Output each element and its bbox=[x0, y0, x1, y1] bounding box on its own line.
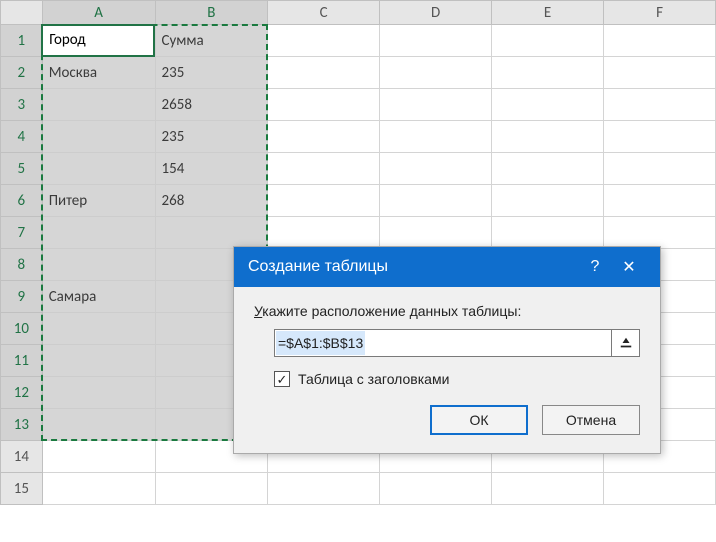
cell-C5[interactable] bbox=[268, 153, 380, 185]
cell-F1[interactable] bbox=[604, 25, 716, 57]
cell-E5[interactable] bbox=[492, 153, 604, 185]
col-header-E[interactable]: E bbox=[492, 1, 604, 25]
cell-B3[interactable]: 2658 bbox=[155, 89, 268, 121]
col-header-A[interactable]: A bbox=[42, 1, 155, 25]
dialog-titlebar[interactable]: Создание таблицы ? ✕ bbox=[234, 247, 660, 287]
cell-C3[interactable] bbox=[268, 89, 380, 121]
row-header-12[interactable]: 12 bbox=[1, 377, 43, 409]
cell-A15[interactable] bbox=[42, 473, 155, 505]
cell-B7[interactable] bbox=[155, 217, 268, 249]
collapse-dialog-button[interactable] bbox=[612, 329, 640, 357]
row-header-15[interactable]: 15 bbox=[1, 473, 43, 505]
cell-D1[interactable] bbox=[380, 25, 492, 57]
cell-A14[interactable] bbox=[42, 441, 155, 473]
cell-D4[interactable] bbox=[380, 121, 492, 153]
cell-A8[interactable] bbox=[42, 249, 155, 281]
cell-F2[interactable] bbox=[604, 57, 716, 89]
row-header-3[interactable]: 3 bbox=[1, 89, 43, 121]
cell-A1[interactable]: Город bbox=[42, 25, 155, 57]
dialog-title: Создание таблицы bbox=[248, 258, 578, 276]
cell-A13[interactable] bbox=[42, 409, 155, 441]
cell-F5[interactable] bbox=[604, 153, 716, 185]
col-header-D[interactable]: D bbox=[380, 1, 492, 25]
cell-A3[interactable] bbox=[42, 89, 155, 121]
cell-A12[interactable] bbox=[42, 377, 155, 409]
cell-D6[interactable] bbox=[380, 185, 492, 217]
row-header-1[interactable]: 1 bbox=[1, 25, 43, 57]
cell-A11[interactable] bbox=[42, 345, 155, 377]
close-button[interactable]: ✕ bbox=[612, 257, 646, 277]
cell-D2[interactable] bbox=[380, 57, 492, 89]
range-input[interactable]: =$A$1:$B$13 bbox=[274, 329, 612, 357]
headers-checkbox[interactable]: ✓ bbox=[274, 371, 290, 387]
cell-C2[interactable] bbox=[268, 57, 380, 89]
cell-A2[interactable]: Москва bbox=[42, 57, 155, 89]
cell-A6[interactable]: Питер bbox=[42, 185, 155, 217]
cell-F4[interactable] bbox=[604, 121, 716, 153]
cell-E7[interactable] bbox=[492, 217, 604, 249]
row-header-5[interactable]: 5 bbox=[1, 153, 43, 185]
cell-B2[interactable]: 235 bbox=[155, 57, 268, 89]
cell-F6[interactable] bbox=[604, 185, 716, 217]
cell-D7[interactable] bbox=[380, 217, 492, 249]
row-header-11[interactable]: 11 bbox=[1, 345, 43, 377]
col-header-B[interactable]: B bbox=[155, 1, 268, 25]
cell-B5[interactable]: 154 bbox=[155, 153, 268, 185]
row-header-13[interactable]: 13 bbox=[1, 409, 43, 441]
range-input-value: =$A$1:$B$13 bbox=[276, 331, 365, 355]
cell-C15[interactable] bbox=[268, 473, 380, 505]
collapse-icon bbox=[619, 336, 633, 350]
row-header-9[interactable]: 9 bbox=[1, 281, 43, 313]
cell-F15[interactable] bbox=[604, 473, 716, 505]
checkmark-icon: ✓ bbox=[277, 373, 288, 386]
row-header-4[interactable]: 4 bbox=[1, 121, 43, 153]
cell-A4[interactable] bbox=[42, 121, 155, 153]
row-header-10[interactable]: 10 bbox=[1, 313, 43, 345]
cell-C4[interactable] bbox=[268, 121, 380, 153]
cell-C1[interactable] bbox=[268, 25, 380, 57]
cell-A7[interactable] bbox=[42, 217, 155, 249]
range-label: Укажите расположение данных таблицы: bbox=[254, 303, 640, 319]
row-header-6[interactable]: 6 bbox=[1, 185, 43, 217]
cell-A5[interactable] bbox=[42, 153, 155, 185]
cell-F3[interactable] bbox=[604, 89, 716, 121]
cell-D15[interactable] bbox=[380, 473, 492, 505]
cell-E2[interactable] bbox=[492, 57, 604, 89]
cell-E4[interactable] bbox=[492, 121, 604, 153]
cancel-button[interactable]: Отмена bbox=[542, 405, 640, 435]
cell-E1[interactable] bbox=[492, 25, 604, 57]
cell-B6[interactable]: 268 bbox=[155, 185, 268, 217]
cell-A10[interactable] bbox=[42, 313, 155, 345]
cell-D5[interactable] bbox=[380, 153, 492, 185]
cell-C7[interactable] bbox=[268, 217, 380, 249]
cell-C6[interactable] bbox=[268, 185, 380, 217]
cell-B4[interactable]: 235 bbox=[155, 121, 268, 153]
col-header-F[interactable]: F bbox=[604, 1, 716, 25]
select-all-corner[interactable] bbox=[1, 1, 43, 25]
row-header-8[interactable]: 8 bbox=[1, 249, 43, 281]
ok-button[interactable]: ОК bbox=[430, 405, 528, 435]
col-header-C[interactable]: C bbox=[268, 1, 380, 25]
create-table-dialog: Создание таблицы ? ✕ Укажите расположени… bbox=[233, 246, 661, 454]
cell-E3[interactable] bbox=[492, 89, 604, 121]
cell-E15[interactable] bbox=[492, 473, 604, 505]
cell-B1[interactable]: Сумма bbox=[155, 25, 268, 57]
help-button[interactable]: ? bbox=[578, 258, 612, 276]
cell-E6[interactable] bbox=[492, 185, 604, 217]
headers-checkbox-label: Таблица с заголовками bbox=[298, 371, 449, 387]
cell-B15[interactable] bbox=[155, 473, 268, 505]
headers-checkbox-row[interactable]: ✓ Таблица с заголовками bbox=[274, 371, 640, 387]
cell-D3[interactable] bbox=[380, 89, 492, 121]
row-header-14[interactable]: 14 bbox=[1, 441, 43, 473]
cell-A9[interactable]: Самара bbox=[42, 281, 155, 313]
row-header-2[interactable]: 2 bbox=[1, 57, 43, 89]
row-header-7[interactable]: 7 bbox=[1, 217, 43, 249]
cell-F7[interactable] bbox=[604, 217, 716, 249]
